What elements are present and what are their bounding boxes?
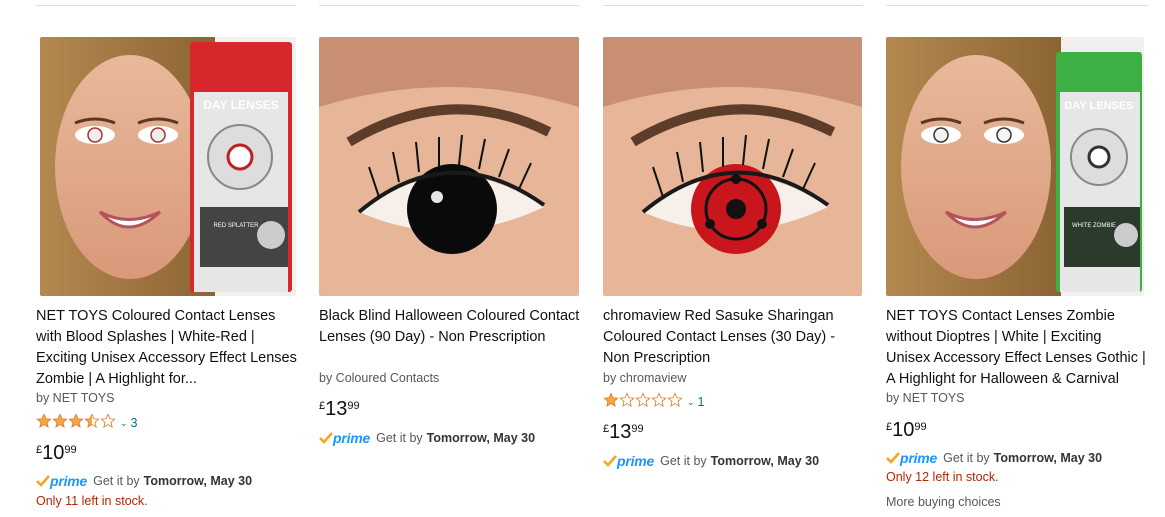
price-whole: 13 (325, 398, 348, 420)
model-with-box-image: DAY LENSES WHITE ZOMBIE (886, 37, 1144, 296)
box-label: DAY LENSES (203, 98, 278, 112)
star-icon (52, 412, 68, 428)
delivery-prefix: Get it by (943, 451, 990, 465)
product-title-link[interactable]: NET TOYS Coloured Contact Lenses with Bl… (36, 306, 298, 390)
price-currency: £ (603, 423, 610, 435)
star-icon (619, 391, 635, 407)
product-card: Black Blind Halloween Coloured Contact L… (319, 0, 581, 517)
product-card: DAY LENSES RED SPLATTER NET TOYS Coloure… (36, 0, 298, 517)
prime-label: prime (900, 450, 938, 466)
product-title-link[interactable]: Black Blind Halloween Coloured Contact L… (319, 306, 581, 369)
product-image[interactable] (603, 37, 862, 296)
price-fraction: 99 (64, 444, 77, 456)
star-icon (84, 412, 100, 428)
stock-status: Only 12 left in stock. (886, 470, 999, 484)
rating[interactable]: ⌄ 1 (603, 391, 705, 413)
price-fraction: 99 (631, 423, 644, 435)
product-title-link[interactable]: chromaview Red Sasuke Sharingan Coloured… (603, 306, 865, 369)
price-currency: £ (886, 421, 893, 433)
star-icon (603, 391, 619, 407)
price-fraction: 99 (914, 421, 927, 433)
product-card: chromaview Red Sasuke Sharingan Coloured… (603, 0, 865, 517)
box-variant: WHITE ZOMBIE (1072, 223, 1116, 229)
product-byline: by chromaview (603, 371, 687, 385)
delivery-date: Tomorrow, May 30 (710, 454, 820, 468)
star-icon (651, 391, 667, 407)
product-title-link[interactable]: NET TOYS Contact Lenses Zombie without D… (886, 306, 1148, 390)
star-icon (68, 412, 84, 428)
product-byline: by NET TOYS (886, 391, 965, 405)
stock-status: Only 11 left in stock. (36, 494, 148, 508)
rating-count-link[interactable]: 3 (131, 416, 138, 430)
product-image[interactable] (319, 37, 579, 296)
delivery-prefix: Get it by (93, 474, 140, 488)
prime-logo-icon: prime (603, 453, 654, 469)
delivery-date: Tomorrow, May 30 (993, 451, 1103, 465)
box-variant: RED SPLATTER (214, 223, 260, 229)
price-whole: 10 (42, 442, 65, 464)
model-with-box-image: DAY LENSES RED SPLATTER (40, 37, 296, 296)
delivery-info: prime Get it by Tomorrow, May 30 (319, 429, 535, 447)
prime-logo-icon: prime (36, 473, 87, 489)
more-buying-choices-link[interactable]: More buying choices (886, 495, 1001, 509)
prime-logo-icon: prime (319, 430, 370, 446)
prime-logo-icon: prime (886, 450, 937, 466)
product-byline: by NET TOYS (36, 391, 115, 405)
rating-count-link[interactable]: 1 (698, 395, 705, 409)
star-rating (36, 412, 116, 434)
delivery-date: Tomorrow, May 30 (143, 474, 253, 488)
prime-label: prime (50, 473, 88, 489)
price: £1099 (36, 442, 77, 466)
star-rating (603, 391, 683, 413)
star-icon (100, 412, 116, 428)
star-icon (635, 391, 651, 407)
product-image[interactable]: DAY LENSES RED SPLATTER (40, 37, 296, 296)
delivery-prefix: Get it by (660, 454, 707, 468)
product-card: DAY LENSES WHITE ZOMBIE NET TOYS Contact… (886, 0, 1148, 517)
delivery-info: prime Get it by Tomorrow, May 30 (886, 449, 1102, 467)
price: £1399 (603, 421, 644, 445)
price-currency: £ (36, 444, 43, 456)
eye-closeup-image (319, 37, 579, 296)
box-label: DAY LENSES (1064, 100, 1133, 112)
price-fraction: 99 (347, 400, 360, 412)
star-icon (667, 391, 683, 407)
prime-label: prime (333, 430, 371, 446)
delivery-info: prime Get it by Tomorrow, May 30 (603, 452, 819, 470)
star-icon (36, 412, 52, 428)
delivery-prefix: Get it by (376, 431, 423, 445)
chevron-down-icon: ⌄ (687, 396, 695, 407)
product-image[interactable]: DAY LENSES WHITE ZOMBIE (886, 37, 1144, 296)
price-whole: 10 (892, 419, 915, 441)
prime-label: prime (617, 453, 655, 469)
price: £1399 (319, 398, 360, 422)
price-currency: £ (319, 400, 326, 412)
rating[interactable]: ⌄ 3 (36, 412, 138, 434)
delivery-info: prime Get it by Tomorrow, May 30 (36, 472, 252, 490)
price: £1099 (886, 419, 927, 443)
price-whole: 13 (609, 421, 632, 443)
delivery-date: Tomorrow, May 30 (426, 431, 536, 445)
eye-closeup-image (603, 37, 862, 296)
chevron-down-icon: ⌄ (120, 417, 128, 428)
product-byline: by Coloured Contacts (319, 371, 440, 385)
